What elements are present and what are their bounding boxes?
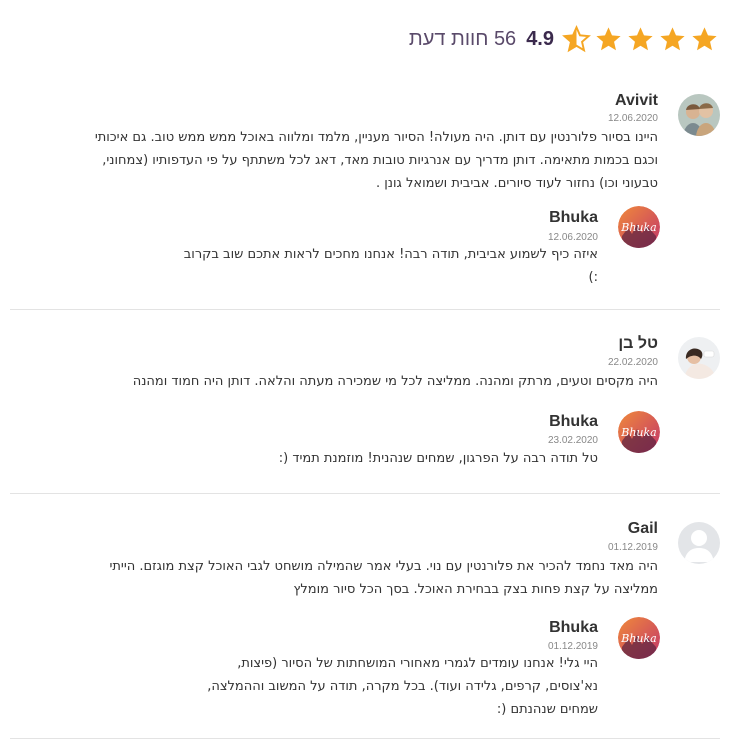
review-divider — [10, 493, 720, 494]
user-photo-icon — [678, 337, 720, 379]
bhuka-logo-avatar: Bhuka — [618, 617, 660, 659]
review-date: 12.06.2020 — [607, 113, 658, 124]
reply-date: 23.02.2020 — [547, 435, 598, 446]
review-text: היה מקסים וטעים, מרתק ומהנה. ממליצה לכל … — [132, 374, 658, 389]
reply-author-name: Bhuka — [549, 619, 598, 636]
bhuka-logo-avatar: Bhuka — [618, 411, 660, 453]
reply-text: היי גלי! אנחנו עומדים לגמרי מאחורי המושח… — [207, 656, 598, 717]
half-star-icon — [562, 24, 591, 52]
reviewer-name: Avivit — [615, 92, 658, 109]
star-icon — [660, 26, 685, 50]
rating-score: 4.9 — [526, 27, 554, 50]
reply-text: טל תודה רבה על הפרגון, שמחים שנהנית! מוז… — [278, 451, 598, 466]
review-date: 22.02.2020 — [607, 357, 658, 368]
review-date: 01.12.2019 — [607, 542, 658, 553]
star-icon — [596, 26, 621, 50]
svg-text:Bhuka: Bhuka — [620, 632, 656, 645]
review-item: טל בן 22.02.2020 היה מקסים וטעים, מרתק ו… — [10, 333, 720, 473]
reply-author-name: Bhuka — [549, 209, 598, 226]
review-divider — [10, 309, 720, 310]
review-item: Gail 01.12.2019 היה מאד נחמד להכיר את פל… — [10, 518, 720, 733]
star-rating — [562, 24, 719, 54]
reply-author-name: Bhuka — [549, 413, 598, 430]
review-text: היה מאד נחמד להכיר את פלורנטין עם נוי. ב… — [109, 559, 658, 597]
reviews-page: 4.9 56 חוות דעת Avivit 12.06.2020 היינו … — [0, 0, 745, 748]
star-icon — [692, 26, 717, 50]
review-divider — [10, 738, 720, 739]
svg-text:Bhuka: Bhuka — [620, 426, 656, 439]
reviewer-name: טל בן — [618, 335, 658, 352]
review-item: Avivit 12.06.2020 היינו בסיור פלורנטין ע… — [10, 90, 720, 305]
bhuka-logo-avatar: Bhuka — [618, 206, 660, 248]
review-count: 56 חוות דעת — [408, 27, 517, 50]
default-user-icon — [678, 522, 720, 564]
star-icon — [628, 26, 653, 50]
reply-date: 01.12.2019 — [547, 641, 598, 652]
svg-text:Bhuka: Bhuka — [620, 221, 656, 234]
reply-date: 12.06.2020 — [547, 232, 598, 243]
rating-summary: 4.9 56 חוות דעת — [409, 22, 719, 56]
reply-text: איזה כיף לשמוע אביבית, תודה רבה! אנחנו מ… — [183, 247, 598, 285]
reviewer-name: Gail — [627, 520, 658, 537]
review-text: היינו בסיור פלורנטין עם דותן. היה מעולה!… — [94, 130, 658, 191]
user-photo-icon — [678, 94, 720, 136]
